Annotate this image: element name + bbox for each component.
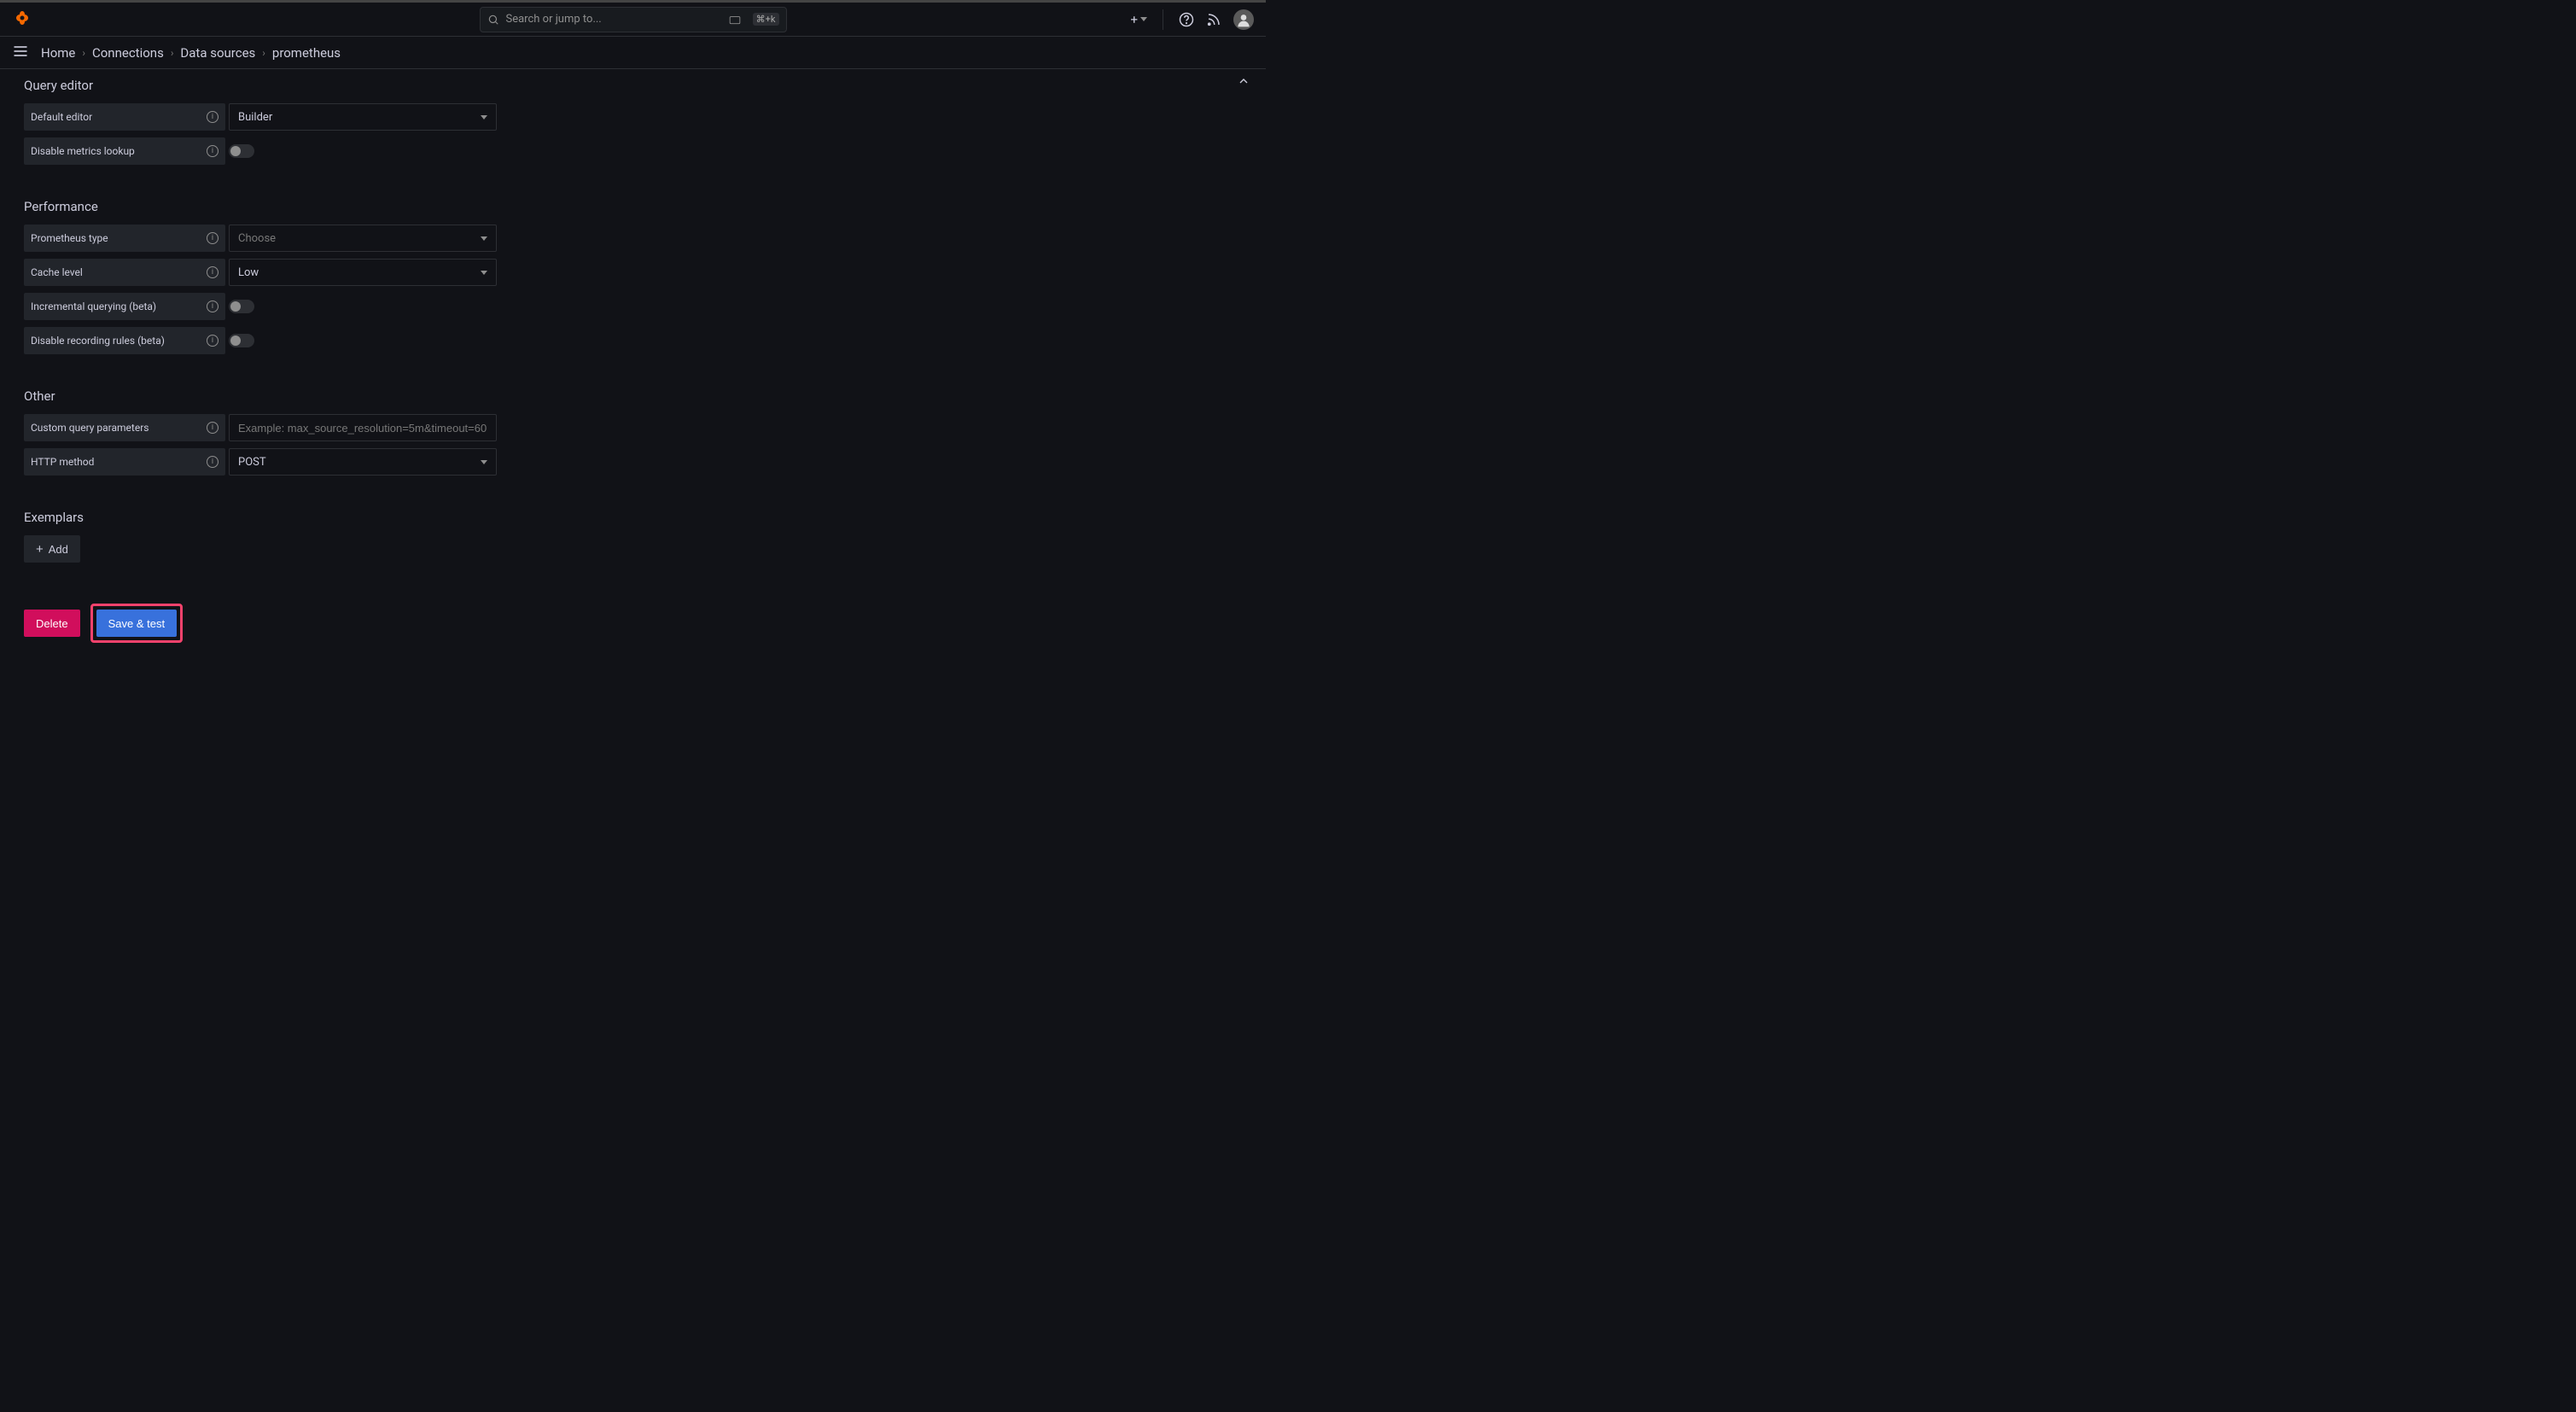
section-title: Query editor bbox=[24, 78, 1242, 93]
global-search[interactable]: Search or jump to... ⌘+k bbox=[480, 7, 787, 32]
field-cache-level: Cache level i Low bbox=[24, 259, 1242, 286]
breadcrumb-current[interactable]: prometheus bbox=[272, 45, 341, 61]
chevron-down-icon bbox=[481, 115, 487, 120]
breadcrumbs: Home › Connections › Data sources › prom… bbox=[41, 45, 341, 61]
default-editor-select[interactable]: Builder bbox=[229, 103, 497, 131]
breadcrumb-separator: › bbox=[82, 47, 85, 59]
user-avatar[interactable] bbox=[1233, 9, 1254, 30]
hamburger-icon bbox=[12, 43, 29, 60]
menu-toggle[interactable] bbox=[12, 43, 29, 63]
rss-icon bbox=[1206, 12, 1221, 27]
section-title: Other bbox=[24, 388, 1242, 404]
disable-metrics-toggle[interactable] bbox=[229, 144, 254, 158]
breadcrumb-separator: › bbox=[262, 47, 265, 59]
help-button[interactable] bbox=[1179, 12, 1194, 27]
custom-query-input[interactable] bbox=[229, 414, 497, 441]
add-menu[interactable] bbox=[1130, 12, 1147, 27]
section-query-editor: Query editor Default editor i Builder Di… bbox=[24, 78, 1242, 165]
chevron-up-icon bbox=[1237, 74, 1250, 88]
help-icon bbox=[1179, 12, 1194, 27]
section-title: Performance bbox=[24, 199, 1242, 214]
info-icon[interactable]: i bbox=[207, 335, 219, 347]
delete-button[interactable]: Delete bbox=[24, 610, 80, 637]
field-prometheus-type: Prometheus type i Choose bbox=[24, 225, 1242, 252]
field-default-editor: Default editor i Builder bbox=[24, 103, 1242, 131]
info-icon[interactable]: i bbox=[207, 145, 219, 157]
prometheus-type-select[interactable]: Choose bbox=[229, 225, 497, 252]
plus-icon bbox=[1130, 12, 1138, 27]
info-icon[interactable]: i bbox=[207, 422, 219, 434]
info-icon[interactable]: i bbox=[207, 111, 219, 123]
top-bar: Search or jump to... ⌘+k bbox=[0, 3, 1266, 37]
news-button[interactable] bbox=[1206, 12, 1221, 27]
field-label: Disable recording rules (beta) i bbox=[24, 327, 225, 354]
field-label: Default editor i bbox=[24, 103, 225, 131]
info-icon[interactable]: i bbox=[207, 300, 219, 312]
field-disable-recording: Disable recording rules (beta) i bbox=[24, 327, 1242, 354]
incremental-querying-toggle[interactable] bbox=[229, 300, 254, 313]
footer-actions: Delete Save & test bbox=[24, 604, 1242, 643]
save-test-button[interactable]: Save & test bbox=[96, 610, 177, 637]
chevron-down-icon bbox=[481, 236, 487, 241]
plus-icon bbox=[36, 542, 44, 557]
keyboard-icon bbox=[729, 15, 741, 25]
add-exemplar-button[interactable]: Add bbox=[24, 535, 80, 563]
chevron-down-icon bbox=[1140, 17, 1147, 21]
field-label: Custom query parameters i bbox=[24, 414, 225, 441]
chevron-down-icon bbox=[481, 271, 487, 275]
grafana-logo[interactable] bbox=[12, 9, 32, 30]
search-placeholder: Search or jump to... bbox=[506, 13, 729, 26]
field-label: HTTP method i bbox=[24, 448, 225, 476]
cache-level-select[interactable]: Low bbox=[229, 259, 497, 286]
field-label: Disable metrics lookup i bbox=[24, 137, 225, 165]
info-icon[interactable]: i bbox=[207, 456, 219, 468]
field-label: Cache level i bbox=[24, 259, 225, 286]
collapse-toggle[interactable] bbox=[1237, 74, 1250, 91]
breadcrumb-home[interactable]: Home bbox=[41, 45, 75, 61]
field-custom-query: Custom query parameters i bbox=[24, 414, 1242, 441]
section-performance: Performance Prometheus type i Choose Cac… bbox=[24, 199, 1242, 354]
http-method-select[interactable]: POST bbox=[229, 448, 497, 476]
field-label: Prometheus type i bbox=[24, 225, 225, 252]
breadcrumb-connections[interactable]: Connections bbox=[92, 45, 164, 61]
field-label: Incremental querying (beta) i bbox=[24, 293, 225, 320]
disable-recording-toggle[interactable] bbox=[229, 334, 254, 347]
breadcrumb-bar: Home › Connections › Data sources › prom… bbox=[0, 37, 1266, 69]
main-content: Query editor Default editor i Builder Di… bbox=[0, 69, 1266, 691]
avatar-icon bbox=[1235, 11, 1252, 28]
section-title: Exemplars bbox=[24, 510, 1242, 525]
section-exemplars: Exemplars Add bbox=[24, 510, 1242, 563]
highlight-annotation: Save & test bbox=[90, 604, 183, 643]
info-icon[interactable]: i bbox=[207, 232, 219, 244]
chevron-down-icon bbox=[481, 460, 487, 464]
breadcrumb-separator: › bbox=[171, 47, 174, 59]
info-icon[interactable]: i bbox=[207, 266, 219, 278]
search-shortcut: ⌘+k bbox=[753, 13, 779, 26]
section-other: Other Custom query parameters i HTTP met… bbox=[24, 388, 1242, 476]
field-disable-metrics: Disable metrics lookup i bbox=[24, 137, 1242, 165]
search-icon bbox=[487, 14, 499, 26]
field-http-method: HTTP method i POST bbox=[24, 448, 1242, 476]
field-incremental-querying: Incremental querying (beta) i bbox=[24, 293, 1242, 320]
breadcrumb-data-sources[interactable]: Data sources bbox=[180, 45, 255, 61]
